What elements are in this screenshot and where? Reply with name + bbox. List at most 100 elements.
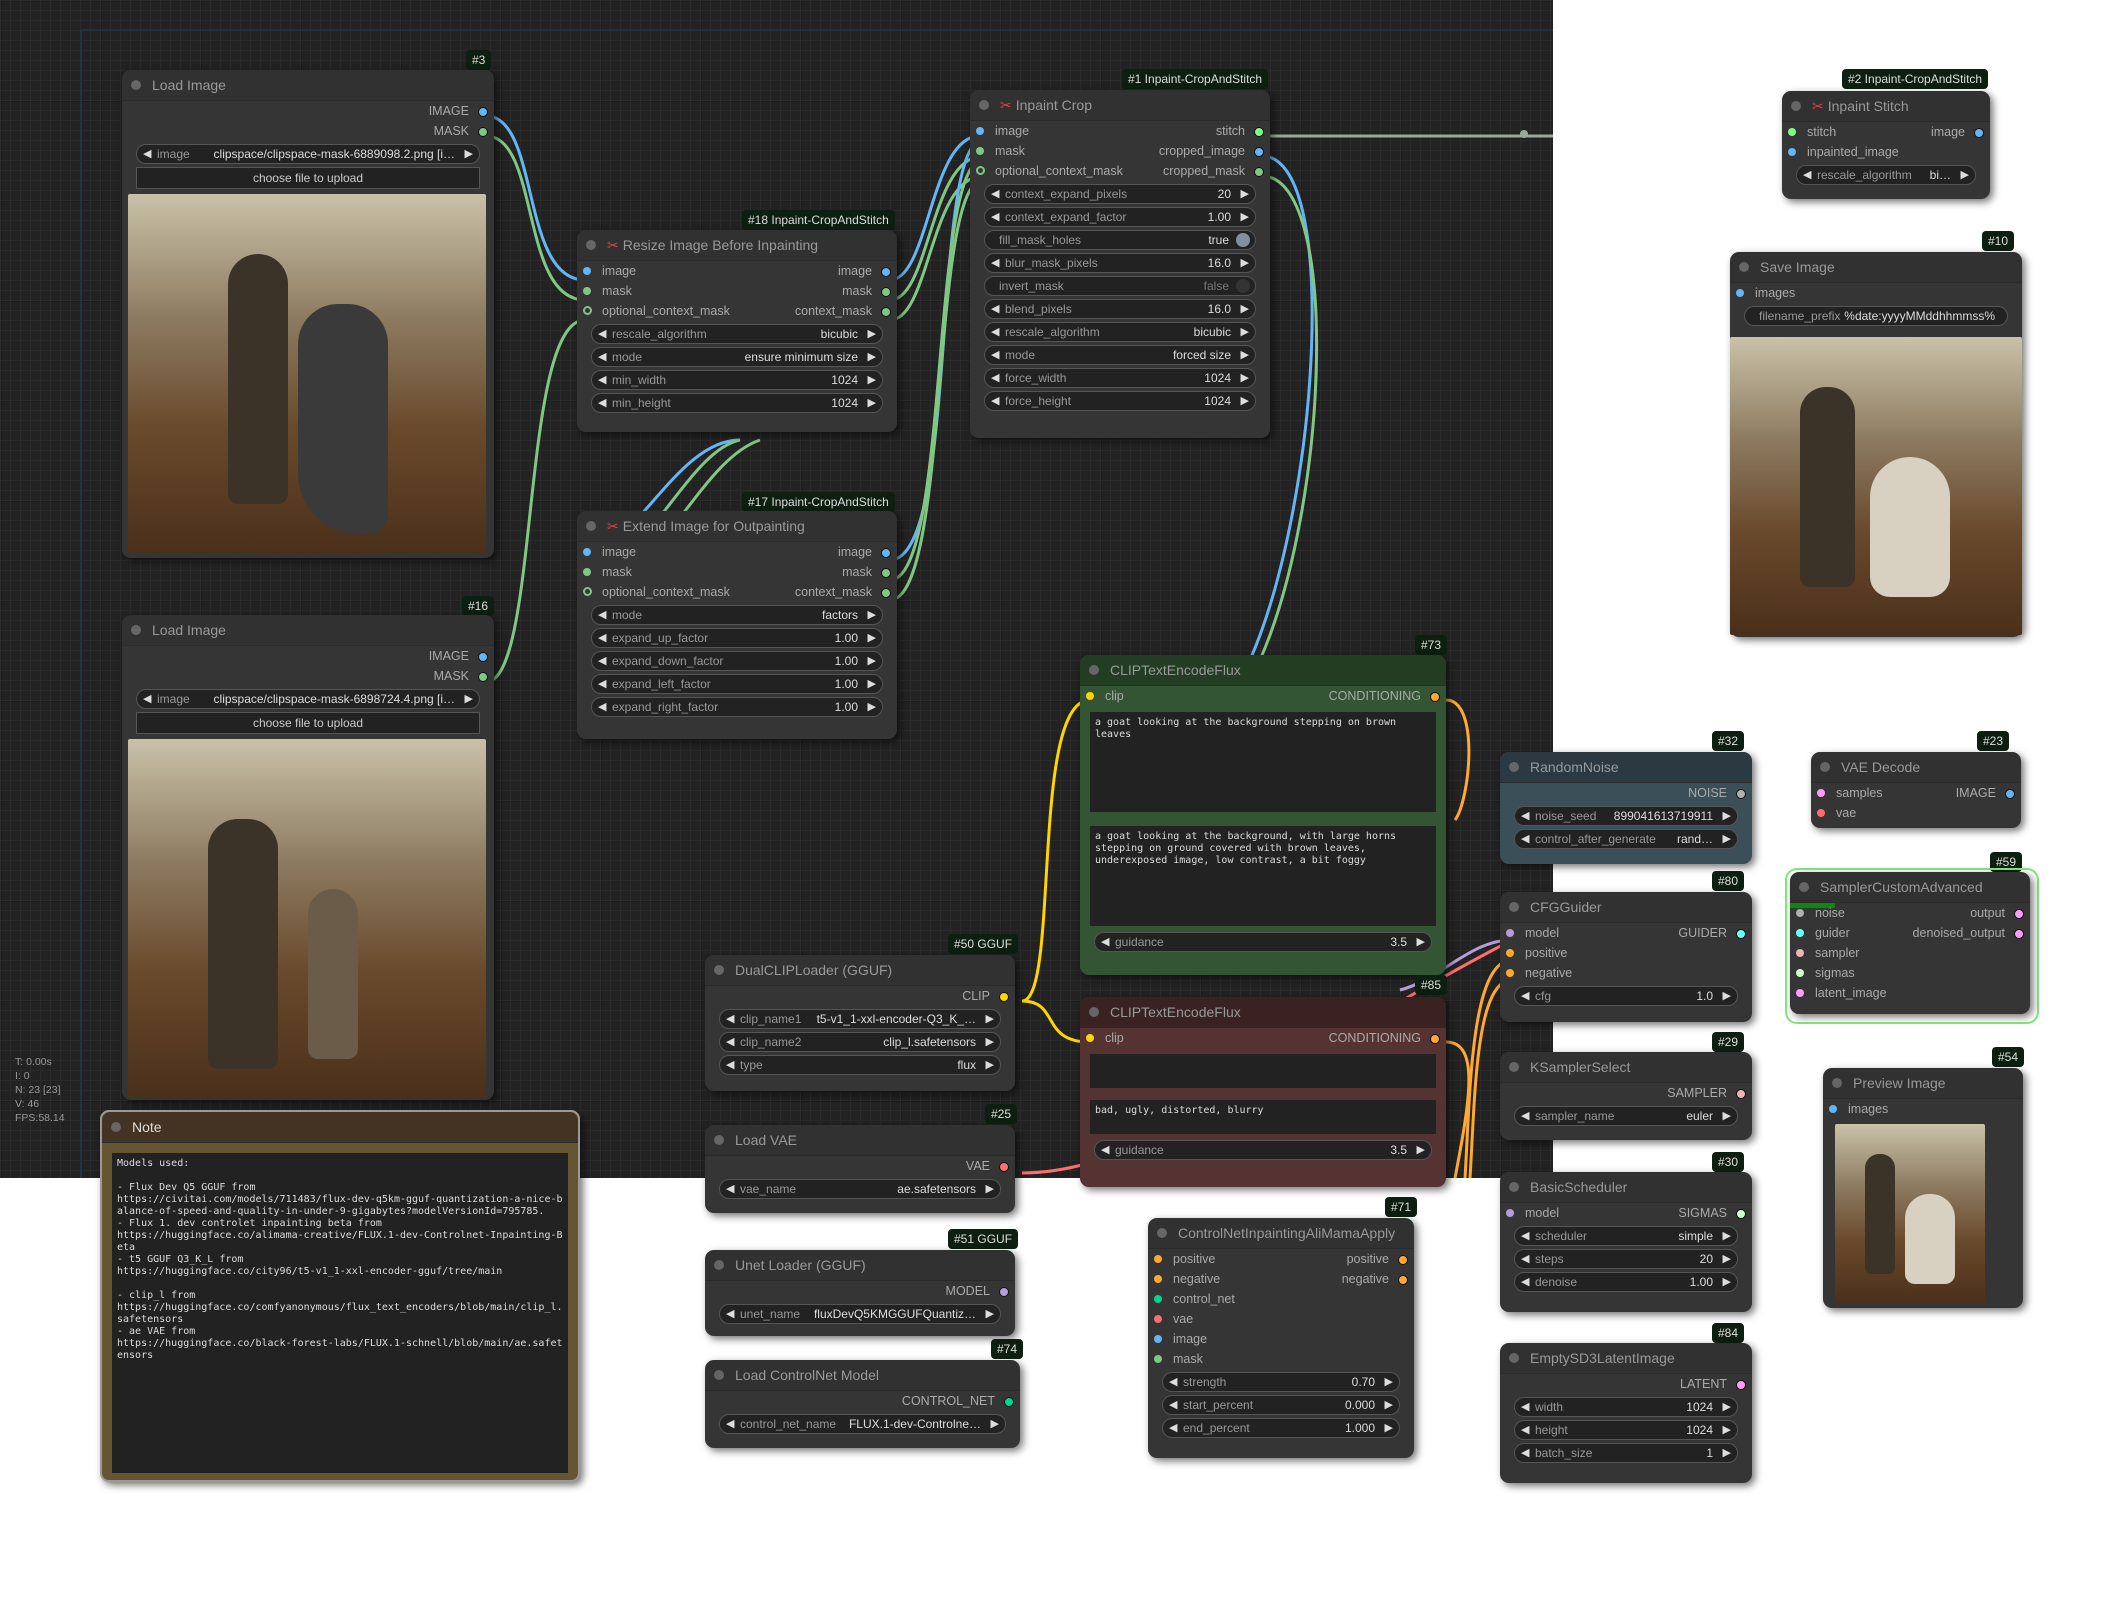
node-title[interactable]: CLIPTextEncodeFlux xyxy=(1080,655,1446,686)
node-title[interactable]: CLIPTextEncodeFlux xyxy=(1080,997,1446,1028)
arrow-left-icon[interactable]: ◀ xyxy=(1521,1250,1529,1268)
output-slot-conditioning[interactable] xyxy=(1430,1034,1440,1044)
input-slot-positive[interactable] xyxy=(1506,949,1514,957)
output-slot-conditioning[interactable] xyxy=(1430,692,1440,702)
input-slot-mask[interactable] xyxy=(976,147,984,155)
node-title[interactable]: ✂ Extend Image for Outpainting xyxy=(577,511,897,542)
widget-scheduler[interactable]: ◀ scheduler simple ▶ xyxy=(1514,1226,1738,1246)
widget-expand-right-factor[interactable]: ◀ expand_right_factor 1.00 ▶ xyxy=(591,697,883,717)
node-load-controlnet-74[interactable]: Load ControlNet Model CONTROL_NET ◀ contr… xyxy=(705,1360,1020,1448)
collapse-dot-icon[interactable] xyxy=(1089,1007,1099,1017)
node-title[interactable]: Load ControlNet Model xyxy=(705,1360,1020,1391)
widget-width[interactable]: ◀ width 1024 ▶ xyxy=(1514,1397,1738,1417)
collapse-dot-icon[interactable] xyxy=(131,80,141,90)
arrow-left-icon[interactable]: ◀ xyxy=(143,690,151,708)
arrow-left-icon[interactable]: ◀ xyxy=(598,325,606,343)
input-slot-latent-image[interactable] xyxy=(1796,989,1804,997)
output-slot-noise[interactable] xyxy=(1736,789,1746,799)
node-title[interactable]: Save Image xyxy=(1730,252,2022,283)
input-slot-optional-context-mask[interactable] xyxy=(976,166,985,175)
arrow-left-icon[interactable]: ◀ xyxy=(1169,1396,1177,1414)
arrow-left-icon[interactable]: ◀ xyxy=(991,185,999,203)
arrow-right-icon[interactable]: ▶ xyxy=(1723,1398,1731,1416)
collapse-dot-icon[interactable] xyxy=(1089,665,1099,675)
arrow-right-icon[interactable]: ▶ xyxy=(1241,185,1249,203)
node-title[interactable]: ✂ Inpaint Crop xyxy=(970,90,1270,121)
collapse-dot-icon[interactable] xyxy=(1509,1353,1519,1363)
arrow-left-icon[interactable]: ◀ xyxy=(1169,1419,1177,1437)
arrow-right-icon[interactable]: ▶ xyxy=(868,348,876,366)
widget-mode[interactable]: ◀ mode forced size ▶ xyxy=(984,345,1256,365)
input-slot-control-net[interactable] xyxy=(1154,1295,1162,1303)
widget-blend-pixels[interactable]: ◀ blend_pixels 16.0 ▶ xyxy=(984,299,1256,319)
node-random-noise-32[interactable]: RandomNoise NOISE ◀ noise_seed 89904161371… xyxy=(1500,752,1752,864)
input-slot-images[interactable] xyxy=(1829,1105,1837,1113)
widget-cfg[interactable]: ◀ cfg 1.0 ▶ xyxy=(1514,986,1738,1006)
output-slot-mask[interactable] xyxy=(478,127,488,137)
t5xxl-textarea[interactable]: a goat looking at the background, with l… xyxy=(1090,826,1436,926)
widget-vae-name[interactable]: ◀ vae_name ae.safetensors ▶ xyxy=(719,1179,1001,1199)
arrow-left-icon[interactable]: ◀ xyxy=(726,1415,734,1433)
node-title[interactable]: Preview Image xyxy=(1823,1068,2023,1099)
widget-noise-seed[interactable]: ◀ noise_seed 899041613719911 ▶ xyxy=(1514,806,1738,826)
node-sampler-custom-advanced-59[interactable]: SamplerCustomAdvanced noise output guider… xyxy=(1790,872,2030,1014)
input-slot-negative[interactable] xyxy=(1506,969,1514,977)
input-slot-sampler[interactable] xyxy=(1796,949,1804,957)
output-slot-control-net[interactable] xyxy=(1004,1397,1014,1407)
arrow-right-icon[interactable]: ▶ xyxy=(1723,1273,1731,1291)
arrow-left-icon[interactable]: ◀ xyxy=(598,652,606,670)
node-title[interactable]: KSamplerSelect xyxy=(1500,1052,1752,1083)
arrow-right-icon[interactable]: ▶ xyxy=(1723,807,1731,825)
collapse-dot-icon[interactable] xyxy=(1509,1062,1519,1072)
input-slot-sigmas[interactable] xyxy=(1796,969,1804,977)
input-slot-mask[interactable] xyxy=(583,287,591,295)
arrow-right-icon[interactable]: ▶ xyxy=(868,394,876,412)
arrow-right-icon[interactable]: ▶ xyxy=(868,325,876,343)
widget-control-after-generate[interactable]: ◀ control_after_generate rand… ▶ xyxy=(1514,829,1738,849)
clip-l-textarea[interactable] xyxy=(1090,1054,1436,1088)
arrow-right-icon[interactable]: ▶ xyxy=(1241,369,1249,387)
arrow-left-icon[interactable]: ◀ xyxy=(598,348,606,366)
arrow-left-icon[interactable]: ◀ xyxy=(1521,807,1529,825)
collapse-dot-icon[interactable] xyxy=(714,965,724,975)
widget-end-percent[interactable]: ◀ end_percent 1.000 ▶ xyxy=(1162,1418,1400,1438)
arrow-left-icon[interactable]: ◀ xyxy=(1521,1444,1529,1462)
collapse-dot-icon[interactable] xyxy=(714,1260,724,1270)
node-title[interactable]: RandomNoise xyxy=(1500,752,1752,783)
arrow-left-icon[interactable]: ◀ xyxy=(598,371,606,389)
node-preview-image-54[interactable]: Preview Image images xyxy=(1823,1068,2023,1308)
node-title[interactable]: BasicScheduler xyxy=(1500,1172,1752,1203)
arrow-right-icon[interactable]: ▶ xyxy=(465,145,473,163)
input-slot-guider[interactable] xyxy=(1796,929,1804,937)
arrow-left-icon[interactable]: ◀ xyxy=(726,1010,734,1028)
toggle-fill-mask-holes[interactable]: fill_mask_holes true xyxy=(984,230,1256,250)
collapse-dot-icon[interactable] xyxy=(714,1370,724,1380)
collapse-dot-icon[interactable] xyxy=(1799,882,1809,892)
arrow-right-icon[interactable]: ▶ xyxy=(1723,987,1731,1005)
input-slot-vae[interactable] xyxy=(1154,1315,1162,1323)
arrow-left-icon[interactable]: ◀ xyxy=(991,208,999,226)
node-title[interactable]: ✂ Inpaint Stitch xyxy=(1782,91,1990,122)
arrow-right-icon[interactable]: ▶ xyxy=(868,698,876,716)
input-slot-noise[interactable] xyxy=(1796,909,1804,917)
arrow-right-icon[interactable]: ▶ xyxy=(868,652,876,670)
input-slot-optional-context-mask[interactable] xyxy=(583,306,592,315)
collapse-dot-icon[interactable] xyxy=(1739,262,1749,272)
widget-strength[interactable]: ◀ strength 0.70 ▶ xyxy=(1162,1372,1400,1392)
input-slot-mask[interactable] xyxy=(1154,1355,1162,1363)
node-title[interactable]: Note xyxy=(102,1112,578,1143)
arrow-right-icon[interactable]: ▶ xyxy=(1723,830,1731,848)
widget-clip-name1[interactable]: ◀ clip_name1 t5-v1_1-xxl-encoder-Q3_K_… ▶ xyxy=(719,1009,1001,1029)
arrow-right-icon[interactable]: ▶ xyxy=(868,629,876,647)
node-load-image-3[interactable]: Load Image IMAGE MASK ◀ image clipspace/cl… xyxy=(122,70,494,558)
collapse-dot-icon[interactable] xyxy=(1791,101,1801,111)
node-save-image-10[interactable]: Save Image images filename_prefix %date:y… xyxy=(1730,252,2022,637)
t5xxl-textarea[interactable]: bad, ugly, distorted, blurry xyxy=(1090,1100,1436,1134)
collapse-dot-icon[interactable] xyxy=(1832,1078,1842,1088)
output-slot-latent[interactable] xyxy=(1736,1380,1746,1390)
arrow-left-icon[interactable]: ◀ xyxy=(1521,1398,1529,1416)
image-combo[interactable]: ◀ image clipspace/clipspace-mask-6889098.2… xyxy=(136,144,480,164)
arrow-left-icon[interactable]: ◀ xyxy=(1521,1227,1529,1245)
output-slot-output[interactable] xyxy=(2014,909,2024,919)
node-note[interactable]: Note Models used: - Flux Dev Q5 GGUF fro… xyxy=(100,1110,580,1482)
